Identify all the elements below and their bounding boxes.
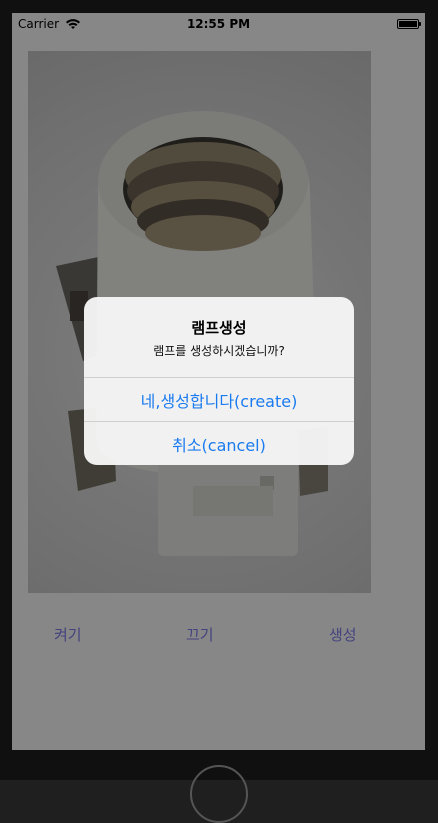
home-button[interactable]: [190, 765, 248, 823]
alert-message: 램프를 생성하시겠습니까?: [153, 344, 285, 358]
confirm-create-button[interactable]: 네,생성합니다(create): [84, 377, 354, 421]
create-lamp-alert: 램프생성 램프를 생성하시겠습니까? 네,생성합니다(create) 취소(ca…: [84, 297, 354, 465]
cancel-button[interactable]: 취소(cancel): [84, 421, 354, 465]
alert-title: 램프생성: [191, 319, 247, 337]
